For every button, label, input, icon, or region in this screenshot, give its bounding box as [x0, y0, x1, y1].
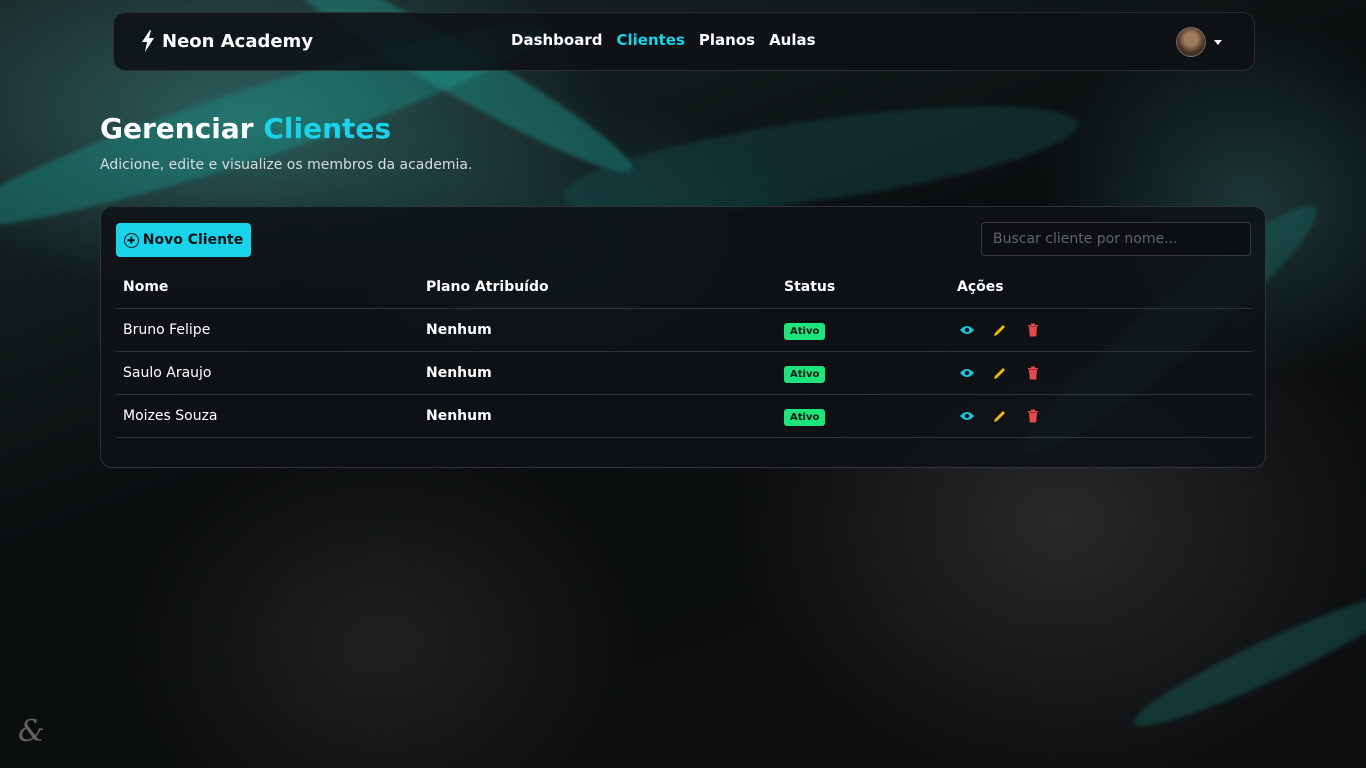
status-badge: Ativo — [784, 322, 826, 340]
nav-link-dashboard[interactable]: Dashboard — [511, 31, 602, 49]
pencil-icon[interactable] — [992, 365, 1008, 381]
client-plan: Nenhum — [419, 351, 777, 395]
search-input[interactable] — [981, 222, 1251, 256]
client-name: Saulo Araujo — [116, 351, 419, 395]
page-subtitle: Adicione, edite e visualize os membros d… — [100, 157, 473, 173]
new-client-button[interactable]: Novo Cliente — [116, 223, 251, 257]
eye-icon[interactable] — [959, 408, 975, 424]
column-header-status: Status — [777, 266, 950, 309]
row-actions — [957, 408, 1245, 424]
trash-icon[interactable] — [1025, 322, 1041, 338]
brand-logo[interactable]: Neon Academy — [140, 30, 313, 52]
client-plan: Nenhum — [419, 308, 777, 352]
status-badge: Ativo — [784, 365, 826, 383]
nav-link-clientes[interactable]: Clientes — [616, 31, 684, 49]
row-actions — [957, 365, 1245, 381]
column-header-plan: Plano Atribuído — [419, 266, 777, 309]
page-title: Gerenciar Clientes — [100, 112, 391, 145]
nav-link-aulas[interactable]: Aulas — [769, 31, 815, 49]
client-name: Moizes Souza — [116, 394, 419, 438]
lightning-icon — [142, 30, 154, 52]
table-row: Bruno Felipe Nenhum Ativo — [116, 308, 1252, 352]
avatar[interactable] — [1176, 27, 1206, 57]
navbar: Neon Academy Dashboard Clientes Planos A… — [113, 12, 1255, 71]
table-row: Moizes Souza Nenhum Ativo — [116, 394, 1252, 438]
page-title-main: Gerenciar — [100, 112, 254, 145]
trash-icon[interactable] — [1025, 408, 1041, 424]
pencil-icon[interactable] — [992, 322, 1008, 338]
user-menu[interactable] — [1176, 27, 1222, 57]
artist-signature: & — [18, 714, 45, 749]
row-actions — [957, 322, 1245, 338]
eye-icon[interactable] — [959, 322, 975, 338]
page-title-accent: Clientes — [263, 112, 392, 145]
table-row: Saulo Araujo Nenhum Ativo — [116, 351, 1252, 395]
client-plan: Nenhum — [419, 394, 777, 438]
pencil-icon[interactable] — [992, 408, 1008, 424]
chevron-down-icon[interactable] — [1214, 39, 1222, 45]
clients-table: Nome Plano Atribuído Status Ações Bruno … — [116, 266, 1252, 438]
column-header-name: Nome — [116, 266, 419, 309]
new-client-label: Novo Cliente — [142, 232, 244, 248]
plus-circle-icon — [123, 232, 139, 248]
column-header-actions: Ações — [950, 266, 1252, 309]
eye-icon[interactable] — [959, 365, 975, 381]
status-badge: Ativo — [784, 408, 826, 426]
brand-name: Neon Academy — [162, 30, 314, 52]
table-header-row: Nome Plano Atribuído Status Ações — [116, 266, 1252, 309]
clients-card: Novo Cliente Nome Plano Atribuído Status… — [100, 206, 1266, 468]
client-name: Bruno Felipe — [116, 308, 419, 352]
trash-icon[interactable] — [1025, 365, 1041, 381]
nav-links: Dashboard Clientes Planos Aulas — [511, 31, 816, 49]
nav-link-planos[interactable]: Planos — [699, 31, 755, 49]
